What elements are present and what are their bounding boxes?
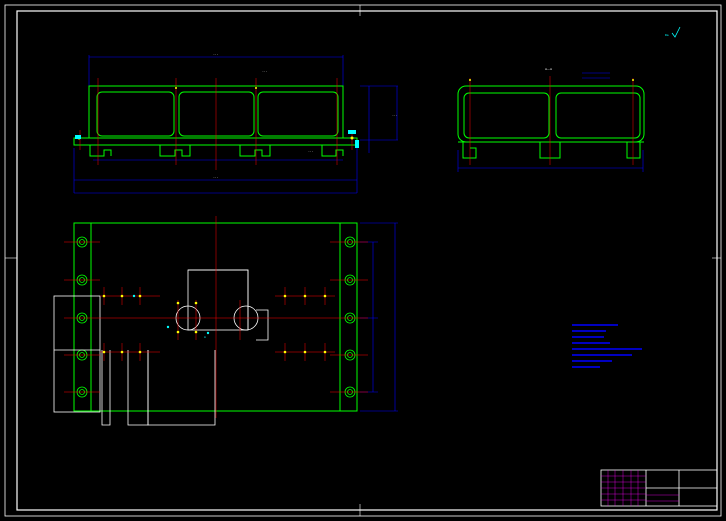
svg-text:---: --- (213, 52, 219, 56)
svg-text:---: --- (392, 113, 398, 117)
svg-text:---: --- (262, 69, 268, 73)
svg-text:---: --- (308, 149, 314, 153)
section-marker: A (204, 335, 206, 339)
drawing-frame (4, 4, 722, 517)
technical-notes (572, 324, 642, 368)
section-label: A—A (545, 67, 553, 71)
surface-roughness-icon: Ra (665, 26, 681, 38)
svg-text:---: --- (213, 175, 219, 179)
title-block (600, 469, 718, 507)
cad-drawing-canvas: Ra --- --- --- --- --- A—A A (4, 4, 722, 517)
front-view: --- --- --- --- --- (73, 52, 398, 194)
svg-text:Ra: Ra (665, 33, 669, 37)
section-view-a-a: A—A (457, 67, 645, 172)
plan-view: A (53, 216, 398, 426)
